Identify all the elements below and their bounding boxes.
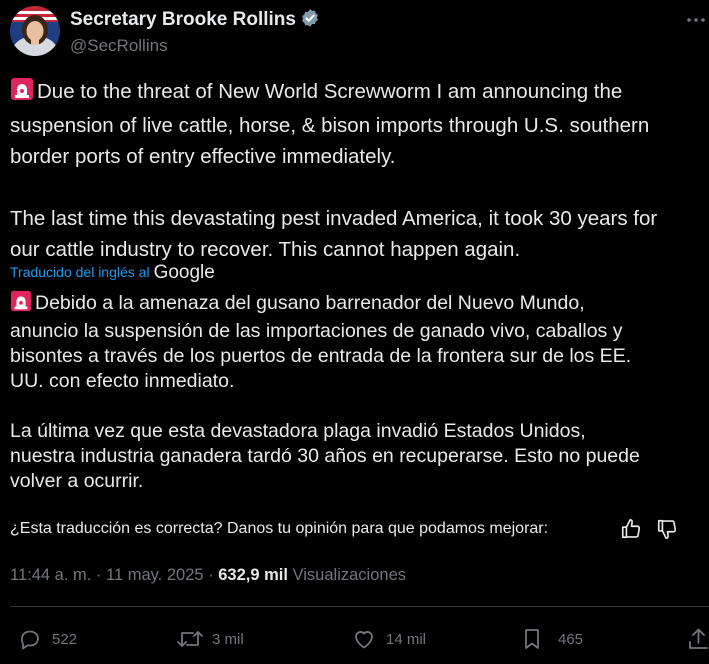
tweet-line: The last time this devastating pest inva… (10, 207, 658, 230)
tweet-date[interactable]: 11 may. 2025 (106, 566, 204, 584)
siren-icon (10, 77, 34, 110)
share-icon (689, 628, 708, 649)
thumbs-up-icon[interactable] (620, 518, 642, 545)
meta-separator: · (95, 566, 102, 584)
tweet-line: La última vez que esta devastadora plaga… (10, 420, 586, 442)
repost-icon (177, 631, 203, 647)
share-button[interactable] (688, 625, 709, 653)
reply-button[interactable]: 522 (18, 625, 77, 653)
bookmark-icon (525, 629, 539, 649)
heart-icon (355, 631, 373, 649)
tweet-line: suspension of live cattle, horse, & biso… (10, 114, 650, 137)
tweet-line: Due to the threat of New World Screwworm… (10, 76, 709, 110)
translation-feedback-question: ¿Esta traducción es correcta? Danos tu o… (10, 520, 549, 537)
translation-label[interactable]: Traducido del inglés al Google (10, 262, 215, 284)
verified-badge-icon (300, 8, 320, 34)
bookmark-count: 465 (558, 630, 584, 648)
google-logo: Google (153, 262, 215, 283)
siren-icon (10, 290, 32, 319)
tweet-time[interactable]: 11:44 a. m. (10, 566, 91, 584)
views-count: 632,9 mil (218, 566, 288, 584)
tweet-line: Debido a la amenaza del gusano barrenado… (10, 290, 709, 319)
divider (10, 606, 709, 607)
tweet-line: volver a ocurrir. (10, 470, 144, 492)
tweet-line: bisontes a través de los puertos de entr… (10, 345, 632, 367)
tweet-meta: 11:44 a. m. · 11 may. 2025 · 632,9 mil V… (10, 566, 406, 585)
tweet-line: UU. con efecto inmediato. (10, 370, 235, 392)
thumbs-down-icon[interactable] (656, 518, 678, 545)
meta-separator: · (208, 566, 214, 584)
tweet-line: anuncio la suspensión de las importacion… (10, 320, 623, 342)
tweet-line-text: Due to the threat of New World Screwworm… (37, 80, 623, 103)
author-name-text[interactable]: Secretary Brooke Rollins (70, 9, 296, 30)
reply-count: 522 (52, 630, 78, 648)
repost-count: 3 mil (212, 630, 244, 648)
translation-label-text[interactable]: Traducido del inglés al (10, 264, 150, 280)
tweet-line: border ports of entry effective immediat… (10, 145, 396, 168)
tweet-line: nuestra industria ganadera tardó 30 años… (10, 445, 640, 467)
reply-icon (21, 630, 39, 650)
repost-button[interactable]: 3 mil (176, 625, 244, 653)
avatar[interactable] (10, 6, 60, 56)
tweet-line: our cattle industry to recover. This can… (10, 238, 521, 261)
tweet-text-english: Due to the threat of New World Screwworm… (10, 76, 709, 265)
author-handle[interactable]: @SecRollins (70, 36, 168, 56)
like-button[interactable]: 14 mil (352, 625, 426, 653)
bookmark-button[interactable]: 465 (520, 625, 583, 653)
tweet-text-translated: Debido a la amenaza del gusano barrenado… (10, 290, 709, 494)
like-count: 14 mil (386, 630, 427, 648)
views-label: Visualizaciones (292, 566, 406, 584)
tweet-line-text: Debido a la amenaza del gusano barrenado… (35, 292, 585, 314)
more-options-icon[interactable] (686, 10, 706, 35)
author-name[interactable]: Secretary Brooke Rollins (70, 8, 320, 34)
